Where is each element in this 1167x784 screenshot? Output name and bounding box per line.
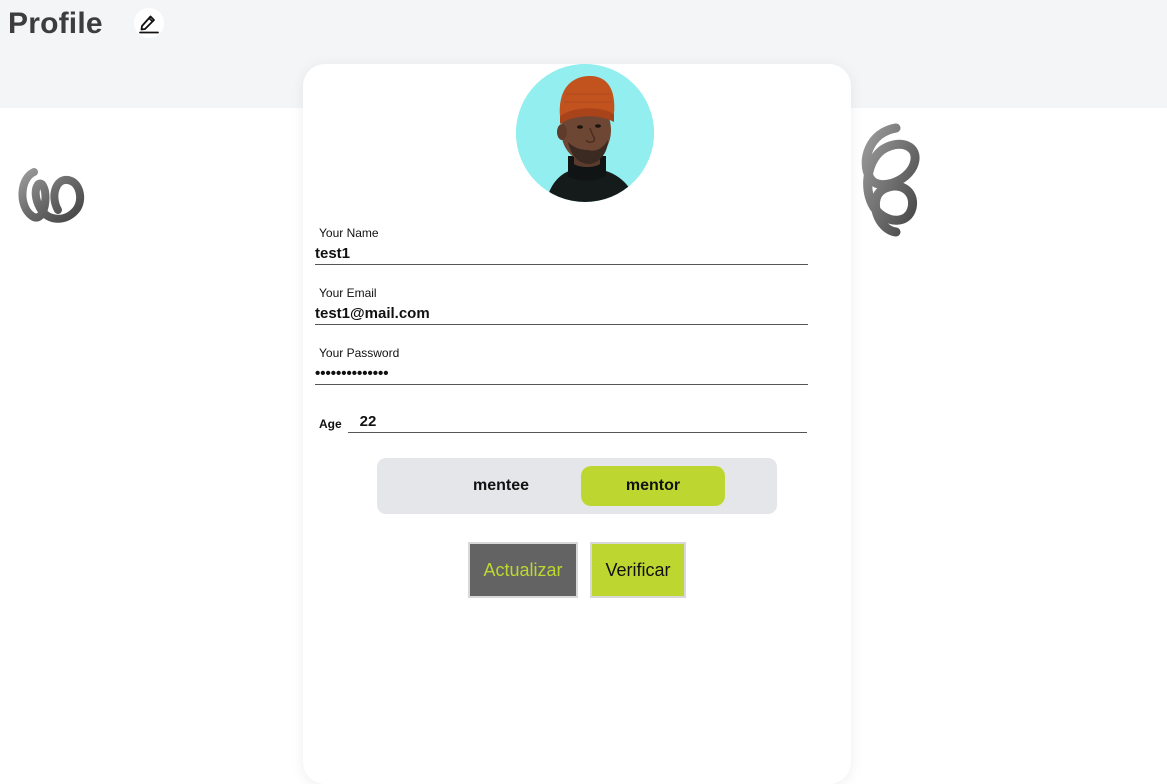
profile-card: Your Name Your Email Your Password Age m…: [303, 64, 851, 784]
verify-button[interactable]: Verificar: [590, 542, 686, 598]
password-field: Your Password: [315, 346, 808, 385]
role-option-mentor[interactable]: mentor: [581, 466, 725, 506]
age-input[interactable]: [347, 408, 807, 433]
page-title: Profile: [8, 7, 103, 40]
name-input[interactable]: [315, 240, 808, 265]
age-field: Age: [319, 408, 807, 433]
edit-profile-button[interactable]: [134, 8, 164, 38]
password-input[interactable]: [315, 360, 808, 385]
coil-spring-icon: [861, 123, 920, 237]
password-label: Your Password: [319, 346, 400, 360]
update-button[interactable]: Actualizar: [468, 542, 578, 598]
email-field: Your Email: [315, 286, 808, 325]
email-label: Your Email: [319, 286, 377, 300]
role-toggle: mentee mentor: [377, 458, 777, 514]
pencil-edit-icon: [139, 15, 159, 34]
user-avatar-photo: [516, 64, 654, 202]
role-option-mentee[interactable]: mentee: [429, 466, 573, 506]
coil-spring-icon: [18, 168, 85, 223]
age-label: Age: [319, 417, 342, 431]
email-input[interactable]: [315, 300, 808, 325]
name-field: Your Name: [315, 226, 808, 265]
name-label: Your Name: [319, 226, 379, 240]
